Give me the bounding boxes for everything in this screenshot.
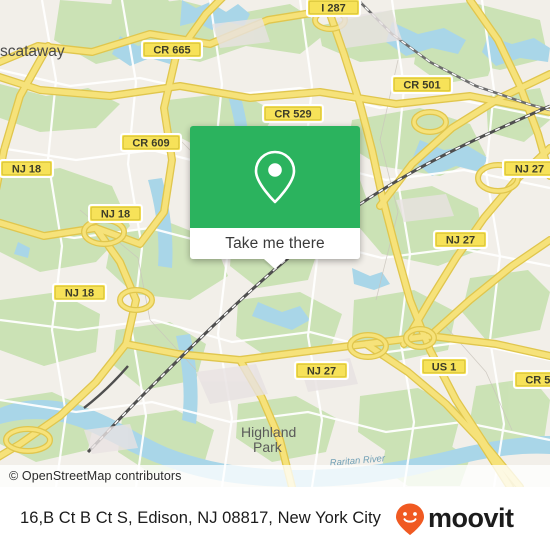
route-shield: NJ 27 — [433, 230, 488, 249]
route-shield-label: NJ 27 — [307, 365, 336, 377]
route-shield-label: CR 609 — [132, 137, 169, 149]
route-shield: NJ 18 — [52, 283, 107, 302]
map-place-label: Park — [253, 439, 283, 455]
route-shield: NJ 27 — [294, 361, 349, 380]
route-shield-label: CR 501 — [403, 79, 440, 91]
route-shield: CR 514 — [513, 370, 550, 389]
map-pin-icon — [254, 150, 296, 204]
moovit-map-screen: scataway Highland Park Raritan River I 287 C… — [0, 0, 550, 550]
route-shield: US 1 — [420, 357, 468, 376]
destination-popup[interactable]: Take me there — [190, 126, 360, 269]
footer-bar: 16,B Ct B Ct S, Edison, NJ 08817, New Yo… — [0, 487, 550, 550]
route-shield-label: CR 514 — [525, 374, 550, 386]
route-shield-label: US 1 — [432, 361, 456, 373]
route-shield-label: NJ 18 — [12, 163, 41, 175]
route-shield: CR 501 — [391, 75, 453, 94]
map-place-label: Highland — [241, 424, 296, 440]
take-me-there-label: Take me there — [225, 234, 325, 252]
moovit-smiley-pin-icon — [396, 503, 424, 535]
route-shield: NJ 18 — [0, 159, 54, 178]
popup-action-bar[interactable]: Take me there — [190, 228, 360, 269]
route-shield: CR 665 — [141, 40, 203, 59]
route-shield-label: NJ 27 — [515, 163, 544, 175]
route-shield-label: CR 529 — [274, 108, 311, 120]
route-shield: I 287 — [306, 0, 361, 17]
map-place-label: scataway — [0, 43, 65, 60]
route-shield: CR 529 — [262, 104, 324, 123]
address-text: 16,B Ct B Ct S, Edison, NJ 08817, New Yo… — [20, 509, 381, 527]
map-attribution[interactable]: © OpenStreetMap contributors — [0, 465, 550, 487]
route-shield-label: CR 665 — [153, 44, 190, 56]
attribution-text: © OpenStreetMap contributors — [9, 469, 182, 483]
route-shield-label: I 287 — [321, 2, 345, 14]
svg-text:moovit: moovit — [428, 504, 514, 533]
route-shield-label: NJ 18 — [101, 208, 130, 220]
popup-tail — [264, 259, 286, 269]
route-shield-label: NJ 27 — [446, 234, 475, 246]
route-shield: CR 609 — [120, 133, 182, 152]
route-shield-label: NJ 18 — [65, 287, 94, 299]
moovit-wordmark: moovit — [428, 504, 515, 533]
route-shield: NJ 27 — [502, 159, 550, 178]
moovit-logo[interactable]: moovit — [394, 502, 536, 536]
route-shield: NJ 18 — [88, 204, 143, 223]
popup-icon-panel — [190, 126, 360, 228]
